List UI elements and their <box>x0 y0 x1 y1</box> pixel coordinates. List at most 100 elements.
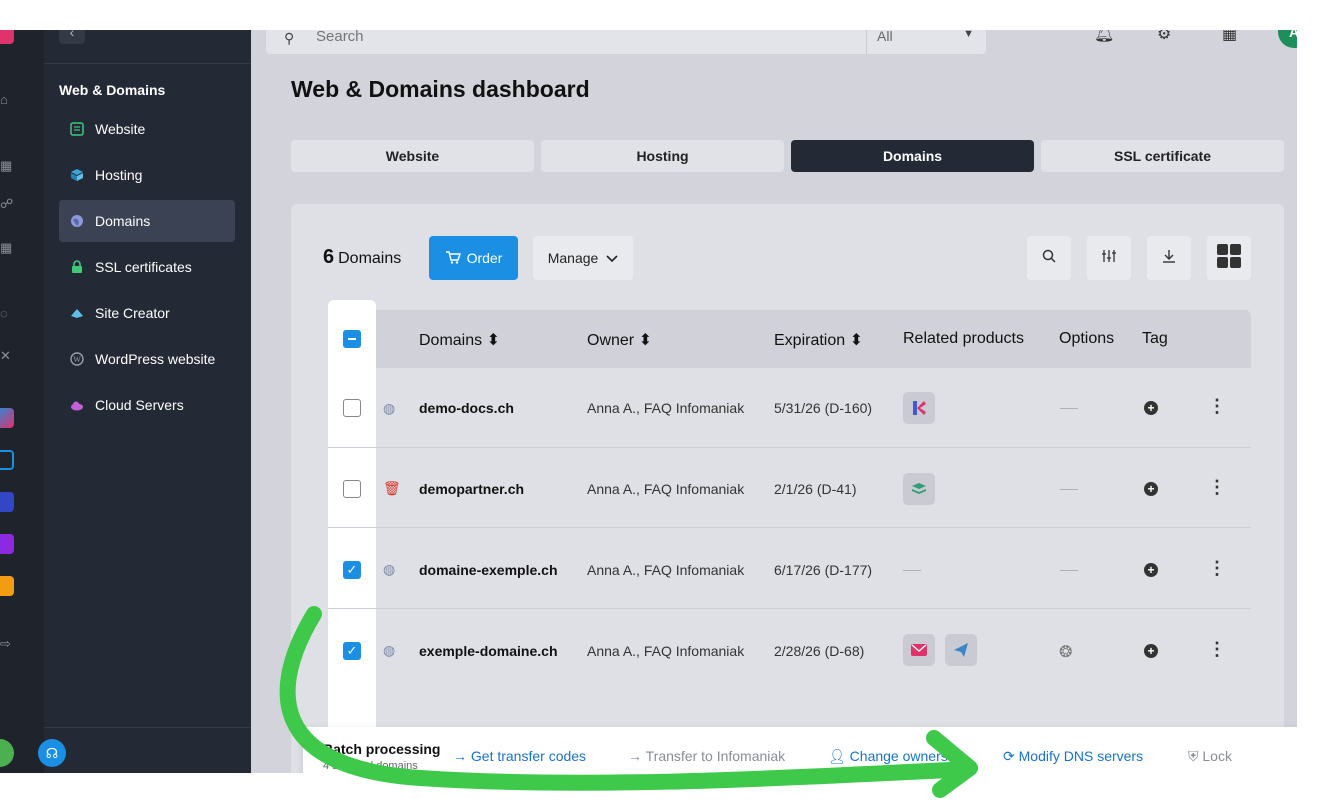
table-search-button[interactable] <box>1027 236 1071 280</box>
action-label: Lock <box>1202 748 1232 764</box>
row-checkbox-checked[interactable]: ✓ <box>343 642 361 660</box>
active-app-icon[interactable] <box>0 450 14 470</box>
domain-name[interactable]: demopartner.ch <box>419 481 524 497</box>
sidebar-item-cloud-servers[interactable]: Cloud Servers <box>59 384 235 426</box>
filter-button[interactable] <box>1087 236 1131 280</box>
lock-button[interactable]: ⛨ Lock <box>1188 748 1232 765</box>
support-headset-button[interactable]: ☊ <box>38 739 66 767</box>
sync-icon: ⟳ <box>1003 748 1019 764</box>
sidebar-item-hosting[interactable]: Hosting <box>59 154 235 196</box>
domain-owner: Anna A., FAQ Infomaniak <box>587 481 745 497</box>
row-actions-kebab-icon[interactable]: ⋮ <box>1208 477 1226 498</box>
sidebar-item-ssl[interactable]: SSL certificates <box>59 246 235 288</box>
sidebar-item-label: Hosting <box>95 167 143 183</box>
collapse-sidebar-button[interactable]: ‹ <box>59 30 85 44</box>
action-label: Get transfer codes <box>470 748 587 764</box>
support-icon[interactable]: ◌ <box>0 306 14 322</box>
grid-view-icon <box>1217 244 1241 272</box>
order-button[interactable]: Order <box>429 236 518 280</box>
sort-icon: ⬍ <box>638 332 652 349</box>
home-icon[interactable]: ⌂ <box>0 92 14 108</box>
row-checkbox[interactable] <box>343 399 361 417</box>
sidebar-item-site-creator[interactable]: Site Creator <box>59 292 235 334</box>
batch-selected-count: 4 selected domains <box>323 760 418 772</box>
website-icon <box>69 121 85 137</box>
logout-icon[interactable]: ⇨ <box>0 636 14 652</box>
action-label: Modify DNS servers <box>1018 748 1144 764</box>
home-app-icon[interactable] <box>0 30 14 44</box>
add-tag-icon[interactable]: + <box>1144 482 1158 496</box>
swiss-app-icon[interactable] <box>0 534 14 554</box>
dns-options-icon[interactable]: ❂ <box>1059 642 1072 662</box>
avatar[interactable]: A <box>1278 30 1297 48</box>
calendar-icon[interactable]: ▦ <box>0 158 14 174</box>
manage-dropdown[interactable]: Manage <box>533 236 633 280</box>
globe-icon: ◍ <box>383 561 396 577</box>
domain-owner: Anna A., FAQ Infomaniak <box>587 562 745 578</box>
add-tag-icon[interactable]: + <box>1144 644 1158 658</box>
app-icon-rail: ⌂ ▦ ☍ ▦ ◌ ✕ ⇨ <box>0 30 44 773</box>
users-icon[interactable]: ☍ <box>0 196 14 212</box>
grid-view-button[interactable] <box>1207 236 1251 280</box>
sidebar-item-domains[interactable]: Domains <box>59 200 235 242</box>
cube-app-icon[interactable] <box>0 492 14 512</box>
transfer-to-infomaniak-button[interactable]: → Transfer to Infomaniak <box>628 748 785 764</box>
header-owner[interactable]: Owner ⬍ <box>587 330 652 350</box>
svg-text:W: W <box>73 355 81 364</box>
add-tag-icon[interactable]: + <box>1144 401 1158 415</box>
domain-name[interactable]: exemple-domaine.ch <box>419 643 558 659</box>
row-checkbox[interactable] <box>343 480 361 498</box>
search-scope-select[interactable]: All ▼ <box>866 30 986 54</box>
row-actions-kebab-icon[interactable]: ⋮ <box>1208 639 1226 660</box>
domain-count-number: 6 <box>323 246 335 268</box>
kdrive-product-icon[interactable] <box>903 392 935 424</box>
orange-app-icon[interactable] <box>0 576 14 596</box>
get-transfer-codes-button[interactable]: → Get transfer codes <box>453 748 586 764</box>
bell-icon[interactable]: 🔔︎ <box>1094 30 1114 44</box>
tab-ssl-certificate[interactable]: SSL certificate <box>1041 140 1284 172</box>
sidebar-item-wordpress[interactable]: W WordPress website <box>59 338 235 380</box>
gear-icon[interactable]: ⚙ <box>1157 30 1171 44</box>
action-label: Transfer to Infomaniak <box>645 748 786 764</box>
header-label: Domains <box>419 332 483 349</box>
apps-grid-icon[interactable]: ▦ <box>1222 30 1237 44</box>
sidebar-divider <box>44 63 251 64</box>
sidebar-bottom-divider <box>44 727 251 728</box>
row-actions-kebab-icon[interactable]: ⋮ <box>1208 558 1226 579</box>
export-button[interactable] <box>1147 236 1191 280</box>
search-input[interactable] <box>316 30 716 45</box>
add-tag-icon[interactable]: + <box>1144 563 1158 577</box>
scope-value: All <box>877 30 893 44</box>
header-options: Options <box>1059 330 1115 347</box>
domain-name[interactable]: demo-docs.ch <box>419 400 514 416</box>
header-domains[interactable]: Domains ⬍ <box>419 330 500 350</box>
row-checkbox-checked[interactable]: ✓ <box>343 561 361 579</box>
handshake-icon[interactable]: ✕ <box>0 348 14 364</box>
trash-icon[interactable]: 🗑︎ <box>383 480 401 497</box>
sidebar-item-label: Site Creator <box>95 305 170 321</box>
kchat-app-icon[interactable] <box>0 408 14 428</box>
chevron-down-icon: ▼ <box>963 30 974 40</box>
sidebar-item-website[interactable]: Website <box>59 108 235 150</box>
change-ownership-button[interactable]: 👤︎ Change ownership <box>828 748 966 765</box>
batch-title: Batch processing <box>323 741 441 757</box>
domain-expiration: 2/1/26 (D-41) <box>774 481 857 497</box>
tab-domains[interactable]: Domains <box>791 140 1034 172</box>
status-icon[interactable] <box>0 739 14 767</box>
wordpress-icon: W <box>69 351 85 367</box>
shield-icon: ⛨ <box>1188 748 1203 764</box>
grid-icon[interactable]: ▦ <box>0 240 14 256</box>
related-empty-dash <box>903 570 921 571</box>
header-expiration[interactable]: Expiration ⬍ <box>774 330 863 350</box>
modify-dns-servers-button[interactable]: ⟳ Modify DNS servers <box>1003 748 1143 765</box>
hosting-product-icon[interactable] <box>903 473 935 505</box>
tab-website[interactable]: Website <box>291 140 534 172</box>
mail-product-icon[interactable] <box>903 634 935 666</box>
tab-hosting[interactable]: Hosting <box>541 140 784 172</box>
send-product-icon[interactable] <box>945 634 977 666</box>
select-all-checkbox[interactable] <box>343 330 361 348</box>
domain-expiration: 2/28/26 (D-68) <box>774 643 865 659</box>
options-empty-dash <box>1060 570 1078 571</box>
domain-name[interactable]: domaine-exemple.ch <box>419 562 558 578</box>
row-actions-kebab-icon[interactable]: ⋮ <box>1208 396 1226 417</box>
